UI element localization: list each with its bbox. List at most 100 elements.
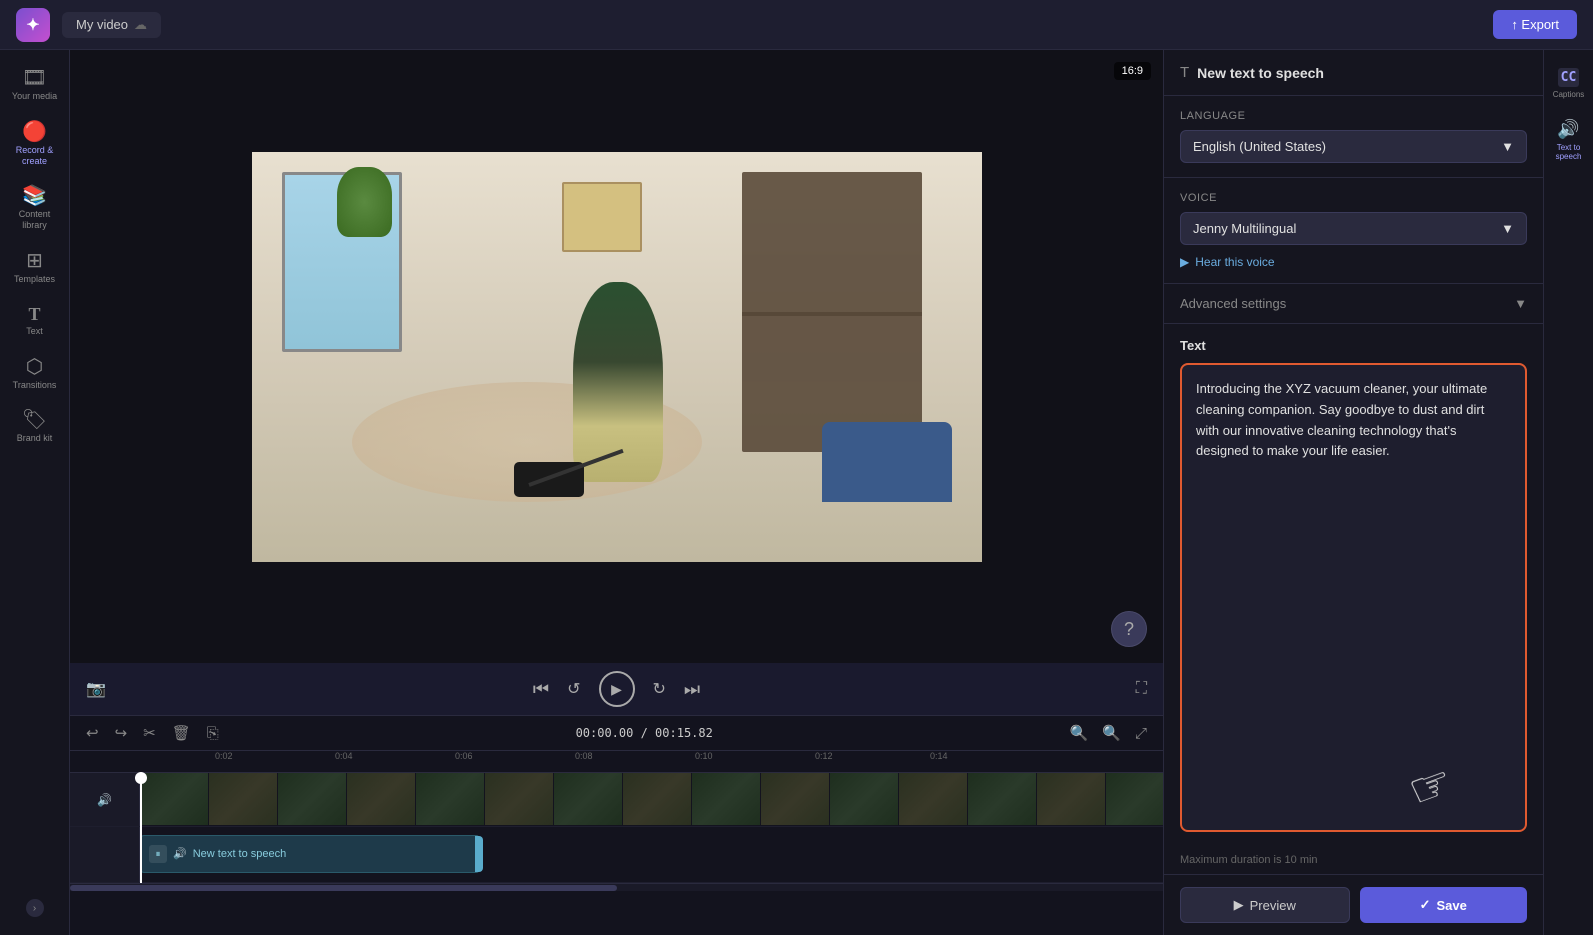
video-preview: 16:9 ?	[70, 50, 1163, 663]
ruler-mark-3: 0:08	[575, 751, 593, 761]
captions-tab-button[interactable]: CC Captions	[1547, 60, 1591, 107]
project-name: My video	[76, 17, 128, 32]
redo-button[interactable]: ↪	[111, 722, 132, 744]
clip-thumb-11	[830, 773, 898, 825]
ruler-mark-2: 0:06	[455, 751, 473, 761]
playback-bar: 📷 ⏮ ↺ ▶ ↻ ⏭ ⛶	[70, 663, 1163, 715]
tts-track-clips[interactable]: ⏸ 🔊 New text to speech	[140, 827, 1163, 882]
tts-clip[interactable]: ⏸ 🔊 New text to speech	[140, 835, 480, 873]
hear-voice-play-icon: ▶	[1180, 255, 1189, 269]
clip-thumb-1	[140, 773, 208, 825]
tts-pause-icon[interactable]: ⏸	[149, 845, 167, 863]
timeline-scrollbar[interactable]	[70, 883, 1163, 891]
clip-thumb-14	[1037, 773, 1105, 825]
camera-toggle-button[interactable]: 📷	[86, 679, 106, 699]
plant-left	[337, 167, 392, 237]
undo-button[interactable]: ↩	[82, 722, 103, 744]
project-title[interactable]: My video ☁	[62, 12, 161, 38]
max-duration-note: Maximum duration is 10 min	[1164, 846, 1543, 874]
sidebar-label-your-media: Your media	[12, 91, 57, 102]
tts-end-handle[interactable]	[475, 836, 483, 872]
right-panel: T New text to speech Language English (U…	[1163, 50, 1543, 935]
preview-label: Preview	[1250, 898, 1296, 913]
advanced-settings-label: Advanced settings	[1180, 296, 1286, 311]
fit-timeline-button[interactable]: ⤢	[1131, 722, 1151, 744]
sidebar: 🎞 Your media 🔴 Record & create 📚 Content…	[0, 50, 70, 935]
video-track-clips	[140, 773, 1163, 826]
language-value: English (United States)	[1193, 139, 1326, 154]
play-pause-button[interactable]: ▶	[599, 671, 635, 707]
sidebar-item-transitions[interactable]: ⬡ Transitions	[4, 349, 66, 399]
current-time: 00:00.00	[576, 726, 634, 740]
voice-dropdown[interactable]: Jenny Multilingual ▼	[1180, 212, 1527, 245]
clip-thumb-2	[209, 773, 277, 825]
text-textarea[interactable]	[1182, 365, 1525, 830]
hear-voice-button[interactable]: ▶ Hear this voice	[1180, 255, 1527, 269]
zoom-out-button[interactable]: 🔍	[1066, 722, 1093, 744]
panel-title: New text to speech	[1197, 65, 1324, 81]
timeline-area: ↩ ↪ ✂ 🗑 ⎘ 00:00.00 / 00:15.82 🔍 🔍 ⤢	[70, 715, 1163, 935]
clip-thumb-9	[692, 773, 760, 825]
voice-section: Voice Jenny Multilingual ▼ ▶ Hear this v…	[1164, 178, 1543, 284]
save-status-icon: ☁	[134, 17, 147, 33]
tts-tab-label: Text to speech	[1551, 143, 1587, 161]
clip-thumb-3	[278, 773, 346, 825]
help-button[interactable]: ?	[1111, 611, 1147, 647]
main-layout: 🎞 Your media 🔴 Record & create 📚 Content…	[0, 50, 1593, 935]
text-section: Text	[1164, 324, 1543, 846]
skip-to-start-button[interactable]: ⏮	[533, 679, 549, 700]
ruler-mark-5: 0:12	[815, 751, 833, 761]
sidebar-item-templates[interactable]: ⊞ Templates	[4, 243, 66, 293]
text-icon: T	[28, 305, 40, 323]
text-section-label: Text	[1180, 338, 1527, 353]
panel-footer: ▶ Preview ✓ Save	[1164, 874, 1543, 935]
zoom-in-button[interactable]: 🔍	[1098, 722, 1125, 744]
ruler-mark-6: 0:14	[930, 751, 948, 761]
total-time: 00:15.82	[655, 726, 713, 740]
topbar: ✦ My video ☁ ↑ Export	[0, 0, 1593, 50]
sidebar-label-content-library: Content library	[8, 209, 62, 231]
timeline-toolbar: ↩ ↪ ✂ 🗑 ⎘ 00:00.00 / 00:15.82 🔍 🔍 ⤢	[70, 716, 1163, 751]
clip-thumb-12	[899, 773, 967, 825]
language-label: Language	[1180, 110, 1527, 122]
duplicate-button[interactable]: ⎘	[203, 723, 223, 744]
fast-forward-button[interactable]: ↻	[653, 679, 666, 699]
clip-thumb-10	[761, 773, 829, 825]
preview-icon: ▶	[1234, 897, 1244, 913]
captions-tab-label: Captions	[1553, 90, 1585, 99]
rewind-button[interactable]: ↺	[567, 679, 580, 699]
save-label: Save	[1437, 898, 1467, 913]
fullscreen-button[interactable]: ⛶	[1136, 680, 1147, 698]
timeline-time-display: 00:00.00 / 00:15.82	[576, 726, 713, 740]
cut-button[interactable]: ✂	[139, 722, 160, 744]
ruler-mark-0: 0:02	[215, 751, 233, 761]
sidebar-item-record-create[interactable]: 🔴 Record & create	[4, 114, 66, 175]
record-create-icon: 🔴	[22, 122, 47, 142]
delete-button[interactable]: 🗑	[168, 722, 195, 744]
video-track-row: 🔊	[70, 773, 1163, 827]
language-dropdown[interactable]: English (United States) ▼	[1180, 130, 1527, 163]
skip-to-end-button[interactable]: ⏭	[684, 679, 700, 700]
video-clip-strip	[140, 773, 1163, 826]
voice-value: Jenny Multilingual	[1193, 221, 1296, 236]
panel-header: T New text to speech	[1164, 50, 1543, 96]
scrollbar-thumb[interactable]	[70, 885, 617, 891]
sidebar-item-your-media[interactable]: 🎞 Your media	[4, 60, 66, 110]
preview-button[interactable]: ▶ Preview	[1180, 887, 1350, 923]
tts-track-row: ⏸ 🔊 New text to speech	[70, 827, 1163, 883]
timeline-tracks: 🔊	[70, 773, 1163, 883]
app-logo: ✦	[16, 8, 50, 42]
timeline-ruler: 0:02 0:04 0:06 0:08 0:10 0:12 0:14	[70, 751, 1163, 773]
tts-tab-button[interactable]: 🔊 Text to speech	[1547, 111, 1591, 169]
sidebar-label-record-create: Record & create	[8, 145, 62, 167]
sidebar-item-brand-kit[interactable]: 🏷 Brand kit	[4, 402, 66, 452]
sidebar-item-content-library[interactable]: 📚 Content library	[4, 178, 66, 239]
sidebar-item-text[interactable]: T Text	[4, 297, 66, 345]
clip-thumb-6	[485, 773, 553, 825]
advanced-settings-row[interactable]: Advanced settings ▼	[1164, 284, 1543, 324]
save-button[interactable]: ✓ Save	[1360, 887, 1528, 923]
tts-audio-icon: 🔊	[173, 849, 187, 860]
video-track-handle: 🔊	[70, 773, 140, 826]
export-button[interactable]: ↑ Export	[1493, 10, 1577, 39]
sidebar-collapse-button[interactable]: ›	[26, 899, 44, 917]
